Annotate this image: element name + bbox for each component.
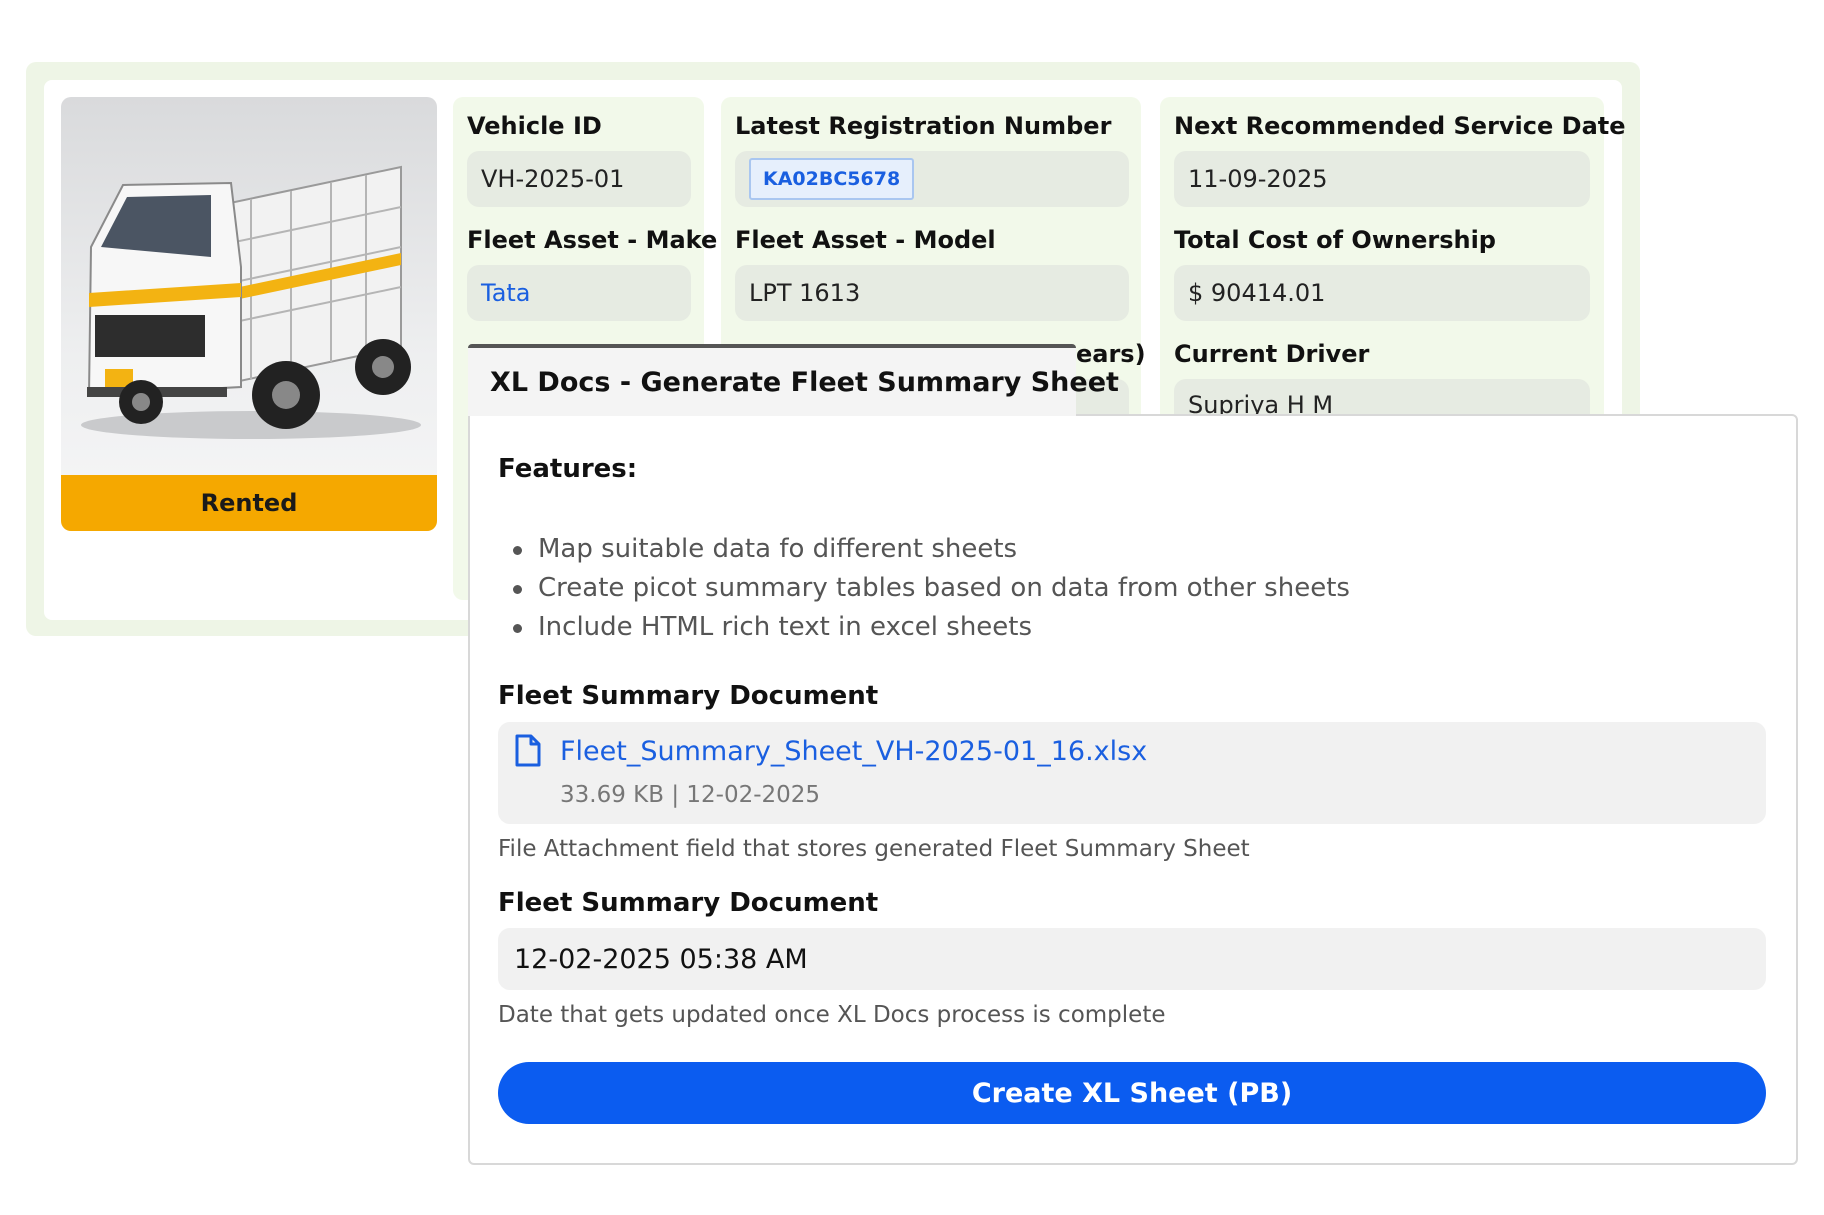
xl-docs-tab[interactable]: XL Docs - Generate Fleet Summary Sheet: [468, 344, 1119, 416]
file-help-text: File Attachment field that stores genera…: [498, 836, 1250, 862]
summary-date-label: Fleet Summary Document: [498, 888, 879, 918]
make-link[interactable]: Tata: [467, 265, 691, 321]
make-label: Fleet Asset - Make: [467, 226, 718, 254]
feature-item: Include HTML rich text in excel sheets: [508, 608, 1350, 647]
truck-image: [81, 165, 421, 439]
model-field[interactable]: LPT 1613: [735, 265, 1129, 321]
registration-field[interactable]: KA02BC5678: [735, 151, 1129, 207]
status-badge: Rented: [61, 475, 437, 531]
vehicle-photo-card: Rented: [61, 97, 437, 531]
features-list: Map suitable data fo different sheets Cr…: [508, 530, 1350, 647]
file-meta: 33.69 KB | 12-02-2025: [560, 782, 821, 808]
registration-plate[interactable]: KA02BC5678: [749, 158, 915, 200]
tco-label: Total Cost of Ownership: [1174, 226, 1496, 254]
file-link[interactable]: Fleet_Summary_Sheet_VH-2025-01_16.xlsx: [560, 736, 1147, 767]
summary-date-field[interactable]: 12-02-2025 05:38 AM: [498, 928, 1766, 990]
features-heading: Features:: [498, 454, 638, 484]
service-date-label: Next Recommended Service Date: [1174, 112, 1626, 140]
obscured-field-label: ears): [1076, 340, 1146, 368]
feature-item: Create picot summary tables based on dat…: [508, 569, 1350, 608]
driver-label: Current Driver: [1174, 340, 1370, 368]
feature-item: Map suitable data fo different sheets: [508, 530, 1350, 569]
vehicle-id-field[interactable]: VH-2025-01: [467, 151, 691, 207]
file-icon: [514, 734, 542, 772]
vehicle-id-label: Vehicle ID: [467, 112, 602, 140]
create-xl-sheet-button[interactable]: Create XL Sheet (PB): [498, 1062, 1766, 1124]
model-label: Fleet Asset - Model: [735, 226, 996, 254]
registration-label: Latest Registration Number: [735, 112, 1112, 140]
summary-document-label: Fleet Summary Document: [498, 681, 879, 711]
date-help-text: Date that gets updated once XL Docs proc…: [498, 1002, 1166, 1028]
tco-field[interactable]: $ 90414.01: [1174, 265, 1590, 321]
service-date-field[interactable]: 11-09-2025: [1174, 151, 1590, 207]
